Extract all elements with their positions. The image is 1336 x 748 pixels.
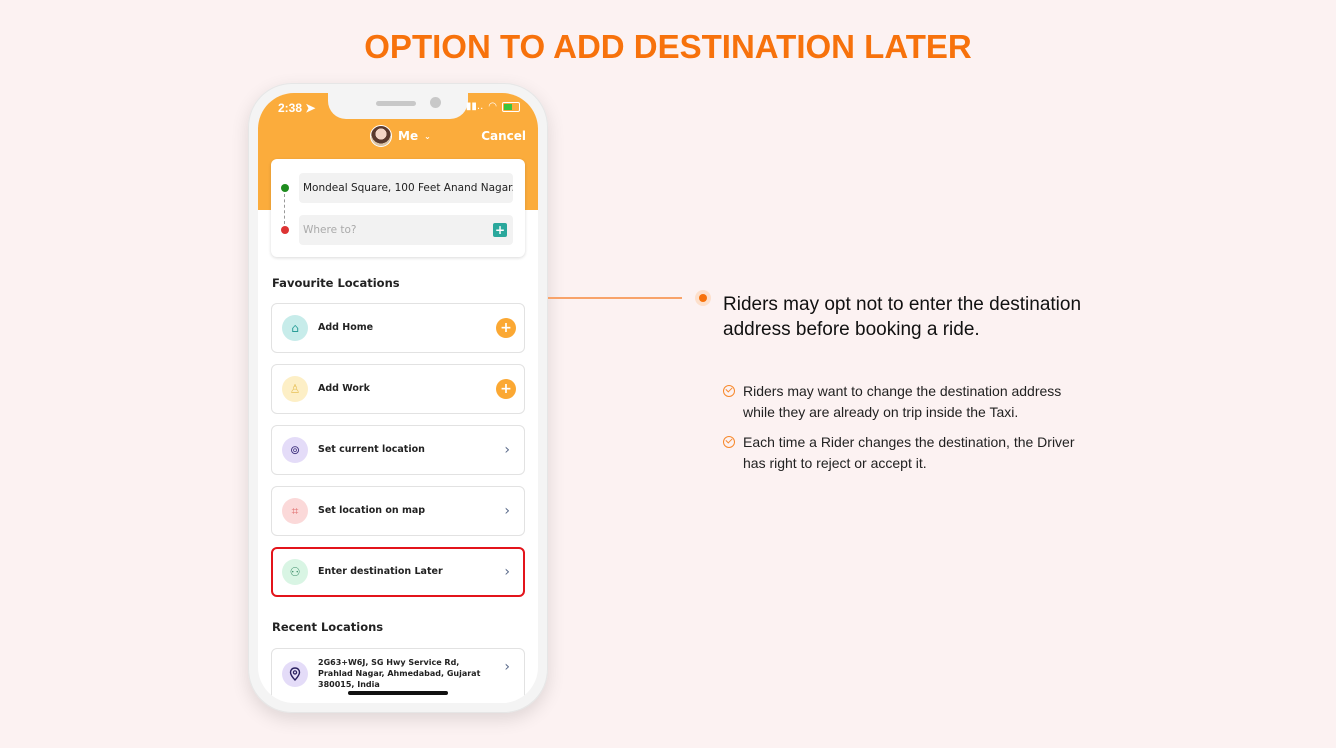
status-time: 2:38 ➤ [278,101,315,115]
check-circle-icon [723,385,735,397]
current-location-icon: ⊚ [282,437,308,463]
chevron-right-icon: › [504,442,510,458]
pickup-dot-icon [281,184,289,192]
home-indicator [348,691,448,695]
profile-selector[interactable]: Me ⌄ [370,125,431,147]
destination-placeholder: Where to? [303,224,357,236]
bullet-text: Each time a Rider changes the destinatio… [743,434,1075,471]
work-icon: ♙ [282,376,308,402]
destination-input[interactable]: Where to? + [299,215,513,245]
favourite-locations-title: Favourite Locations [272,276,400,290]
pickup-input[interactable]: Mondeal Square, 100 Feet Anand Nagar... [299,173,513,203]
avatar [370,125,392,147]
bullet-item: Each time a Rider changes the destinatio… [723,432,1083,474]
wifi-icon: ◠ [488,101,497,112]
chevron-right-icon: › [504,659,510,675]
favourite-item-set-location-on-map[interactable]: ⌗ Set location on map › [271,486,525,536]
item-label: Set location on map [318,505,426,516]
bullet-item: Riders may want to change the destinatio… [723,381,1083,423]
item-label: Add Home [318,322,374,333]
camera [430,97,441,108]
route-connector [284,194,285,224]
signal-icon: ▮▮.. [465,101,484,112]
phone-screen: 2:38 ➤ ▮▮.. ◠ Me ⌄ Cancel Mondeal Square… [258,93,538,703]
speaker [376,101,416,106]
phone-notch [328,93,468,119]
home-icon: ⌂ [282,315,308,341]
annotation-connector-line [548,297,682,299]
destination-dot-icon [281,226,289,234]
map-icon: ⌗ [282,498,308,524]
add-icon[interactable]: + [496,379,516,399]
favourite-item-enter-destination-later[interactable]: ⚇ Enter destination Later › [271,547,525,597]
recent-locations-title: Recent Locations [272,620,384,634]
location-arrow-icon: ➤ [305,101,316,115]
item-label: Enter destination Later [318,566,443,577]
chevron-right-icon: › [504,564,510,580]
bullet-text: Riders may want to change the destinatio… [743,383,1062,420]
favourite-item-set-current-location[interactable]: ⊚ Set current location › [271,425,525,475]
annotation-bullets: Riders may want to change the destinatio… [723,381,1083,483]
destination-later-icon: ⚇ [282,559,308,585]
add-icon[interactable]: + [496,318,516,338]
annotation-heading: Riders may opt not to enter the destinat… [723,294,1082,340]
annotation-dot-icon [695,290,711,306]
add-stop-icon[interactable]: + [493,223,507,237]
profile-label: Me [398,129,419,143]
favourite-item-add-work[interactable]: ♙ Add Work + [271,364,525,414]
chevron-down-icon: ⌄ [424,131,431,141]
cancel-button[interactable]: Cancel [481,129,526,143]
route-card: Mondeal Square, 100 Feet Anand Nagar... … [271,159,525,257]
item-label: Set current location [318,444,425,455]
battery-icon [502,101,520,112]
item-label: Add Work [318,383,370,394]
check-circle-icon [723,436,735,448]
chevron-right-icon: › [504,503,510,519]
page-title: OPTION TO ADD DESTINATION LATER [364,28,972,65]
location-pin-icon [282,661,308,687]
phone-mockup: 2:38 ➤ ▮▮.. ◠ Me ⌄ Cancel Mondeal Square… [248,83,548,713]
favourite-item-add-home[interactable]: ⌂ Add Home + [271,303,525,353]
recent-address: 2G63+W6J, SG Hwy Service Rd, Prahlad Nag… [318,658,481,689]
time-text: 2:38 [278,101,303,115]
status-icons: ▮▮.. ◠ [466,101,520,112]
